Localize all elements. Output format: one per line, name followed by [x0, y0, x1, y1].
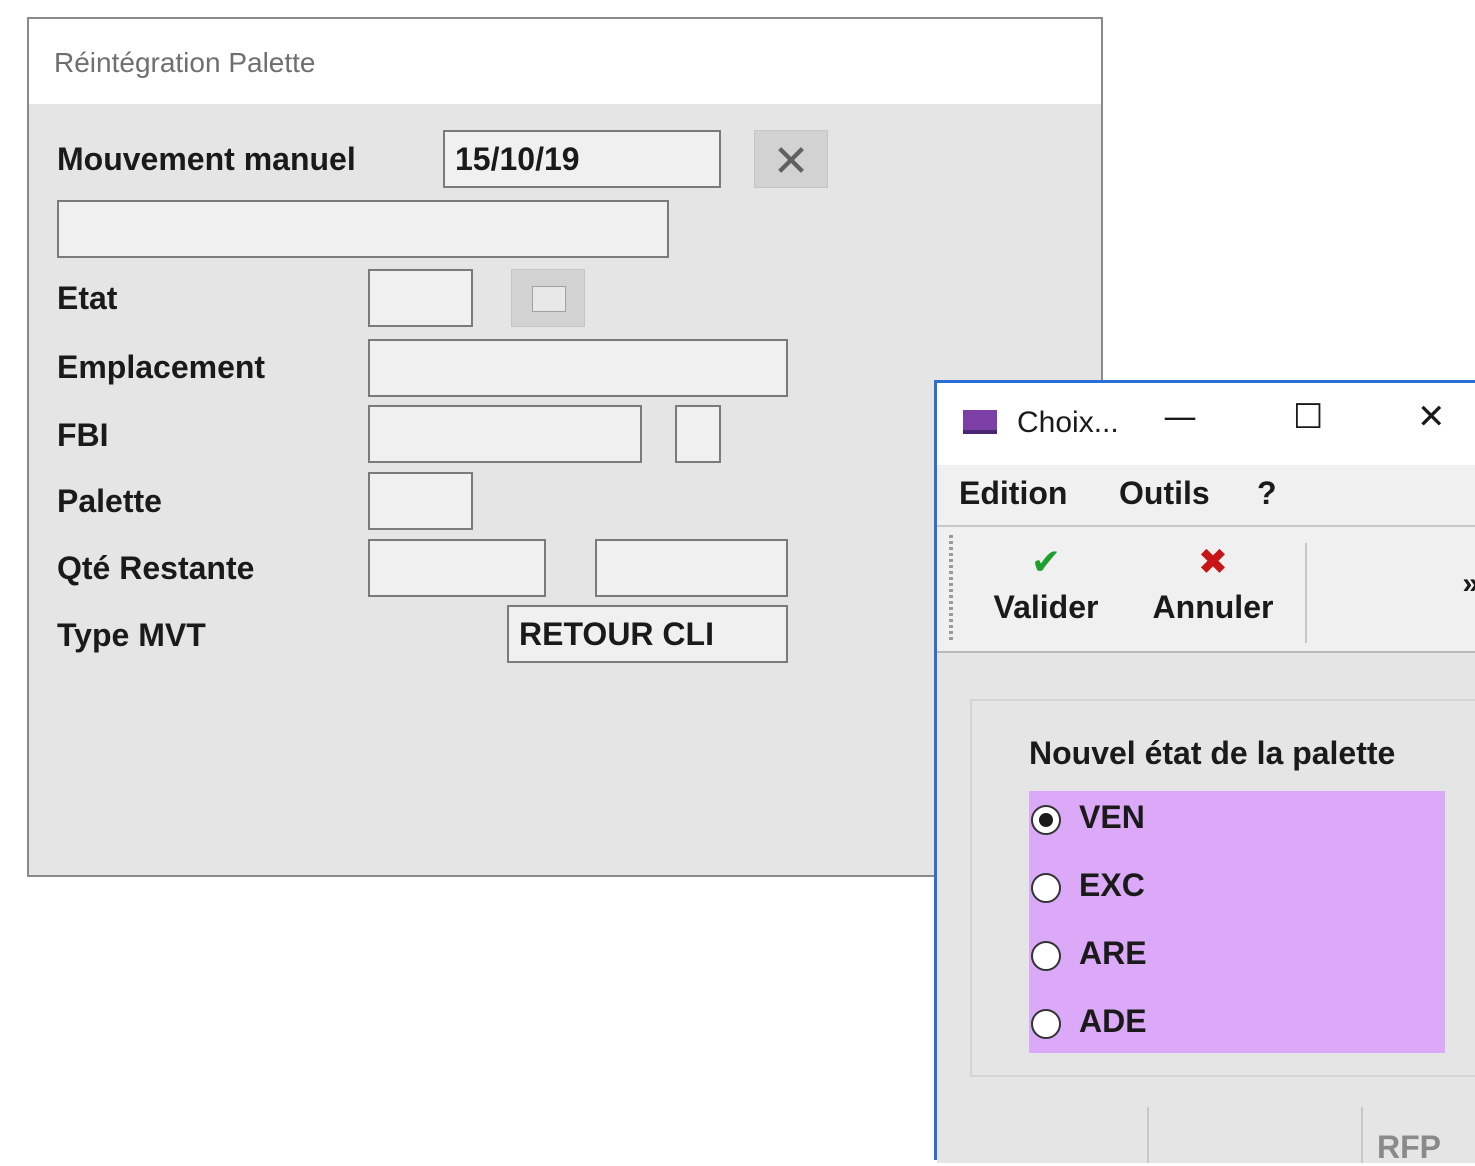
valider-label: Valider [993, 589, 1099, 625]
emplacement-label: Emplacement [57, 349, 266, 385]
palette-field[interactable] [368, 472, 473, 530]
menu-edition[interactable]: Edition [959, 475, 1067, 512]
maximize-icon[interactable]: ☐ [1293, 397, 1323, 437]
window-titlebar: Réintégration Palette [29, 19, 1101, 104]
close-icon[interactable]: ✕ [1417, 397, 1446, 437]
description-field[interactable] [57, 200, 669, 258]
cancel-icon: ✖ [1197, 542, 1229, 583]
radio-exc[interactable]: EXC [1029, 859, 1445, 919]
check-icon: ✔ [1030, 542, 1062, 583]
minimize-icon[interactable]: — [1163, 397, 1197, 437]
toolbar-separator [1305, 543, 1307, 643]
radio-button[interactable] [1031, 1009, 1061, 1039]
chevron-right-icon[interactable]: » [1462, 567, 1475, 601]
qte-restante-label: Qté Restante [57, 550, 255, 586]
radio-button-selected[interactable] [1031, 805, 1061, 835]
etat-label: Etat [57, 280, 118, 316]
date-field[interactable]: 15/10/19 [443, 130, 721, 188]
radio-ven[interactable]: VEN [1029, 791, 1445, 851]
etat-field[interactable] [368, 269, 473, 327]
radio-label: EXC [1079, 867, 1145, 903]
group-title: Nouvel état de la palette [1029, 735, 1396, 771]
window-title: Réintégration Palette [54, 47, 316, 78]
menu-help[interactable]: ? [1257, 475, 1277, 512]
choix-dialog: Choix... — ☐ ✕ Edition Outils ? ✔ Valide… [934, 380, 1475, 1165]
radio-are[interactable]: ARE [1029, 927, 1445, 987]
dialog-titlebar: Choix... — ☐ ✕ [937, 383, 1475, 465]
annuler-button[interactable]: ✖ Annuler [1143, 543, 1283, 626]
toolbar-grip[interactable] [949, 535, 953, 643]
lookup-icon [532, 286, 566, 312]
status-separator [1147, 1107, 1149, 1163]
app-icon [963, 410, 997, 434]
fbi-extra-field[interactable] [675, 405, 721, 463]
fbi-label: FBI [57, 417, 109, 453]
status-text: RFP [1377, 1129, 1441, 1165]
status-separator [1361, 1107, 1363, 1163]
radio-label: ADE [1079, 1003, 1147, 1039]
qte-restante-field[interactable] [368, 539, 546, 597]
emplacement-field[interactable] [368, 339, 788, 397]
fbi-field[interactable] [368, 405, 642, 463]
dialog-title: Choix... [1017, 406, 1119, 439]
type-mvt-field[interactable]: RETOUR CLI [507, 605, 788, 663]
menu-outils[interactable]: Outils [1119, 475, 1210, 512]
close-icon: ✕ [772, 136, 810, 187]
radio-button[interactable] [1031, 941, 1061, 971]
radio-button[interactable] [1031, 873, 1061, 903]
radio-ade[interactable]: ADE [1029, 995, 1445, 1055]
menu-bar: Edition Outils ? [937, 465, 1475, 527]
radio-label: VEN [1079, 799, 1145, 835]
mouvement-manuel-label: Mouvement manuel [57, 141, 356, 177]
etat-lookup-button[interactable] [511, 269, 585, 327]
valider-button[interactable]: ✔ Valider [981, 543, 1111, 626]
clear-button[interactable]: ✕ [754, 130, 828, 188]
radio-label: ARE [1079, 935, 1147, 971]
etat-radio-group: VEN EXC ARE ADE [1029, 791, 1445, 1053]
annuler-label: Annuler [1152, 589, 1274, 625]
toolbar: ✔ Valider ✖ Annuler » [937, 527, 1475, 653]
palette-label: Palette [57, 483, 162, 519]
type-mvt-label: Type MVT [57, 617, 206, 653]
status-bar: RFP [937, 1099, 1475, 1165]
qte-restante-unit-field[interactable] [595, 539, 788, 597]
